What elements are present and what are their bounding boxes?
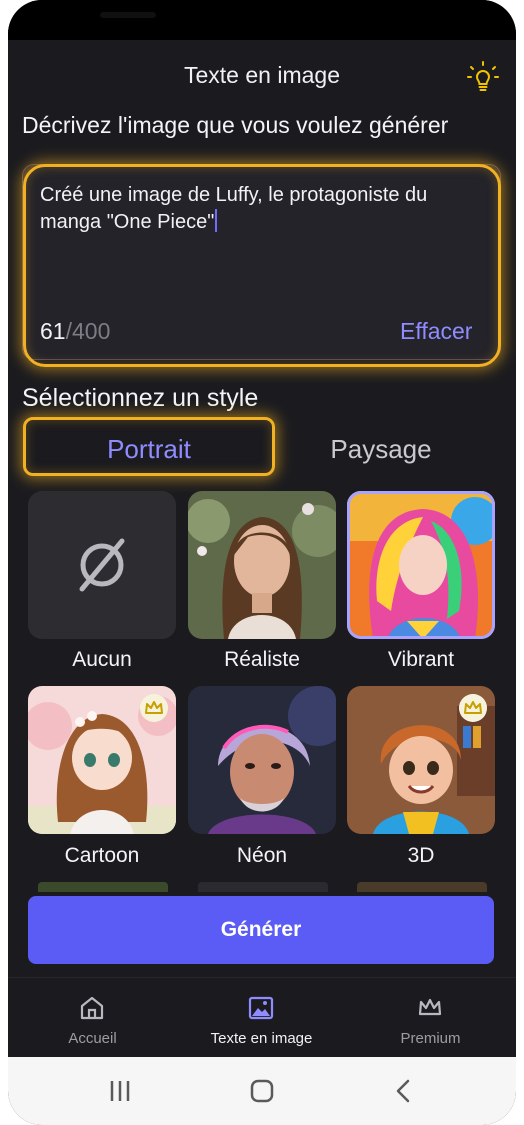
neon-portrait-image [188,686,336,834]
image-icon [248,996,274,1020]
home-button-icon[interactable] [242,1075,282,1107]
prompt-heading: Décrivez l'image que vous voulez générer [22,112,449,138]
style-card-vibrant[interactable] [347,491,495,639]
style-card-none[interactable] [28,491,176,639]
nav-item-text-to-image[interactable]: Texte en image [177,978,346,1058]
tab-portrait[interactable]: Portrait [26,428,272,474]
page-title: Texte en image [184,62,340,88]
nav-item-premium[interactable]: Premium [346,978,515,1058]
next-row-peek [38,882,168,892]
style-label-none: Aucun [72,648,132,671]
clear-button[interactable]: Effacer [400,318,472,345]
style-card-cartoon[interactable] [28,686,176,834]
prompt-text[interactable]: Créé une image de Luffy, le protagoniste… [40,182,490,236]
style-label-neon: Néon [236,844,288,867]
crown-icon [418,998,442,1016]
tab-landscape[interactable]: Paysage [266,428,496,474]
style-label-realistic: Réaliste [224,648,300,671]
character-counter: 61/400 [40,318,110,345]
generate-button[interactable]: Générer [28,896,494,964]
back-icon[interactable] [384,1075,424,1107]
style-label-vibrant: Vibrant [387,648,455,671]
camera-cutout [100,12,156,18]
none-icon [79,538,125,592]
style-label-3d: 3D [407,844,435,867]
character-count: 61 [40,318,66,344]
realistic-portrait-image [188,491,336,639]
text-caret [215,209,218,232]
style-card-3d[interactable] [347,686,495,834]
next-row-peek [357,882,487,892]
bottom-nav: Accueil Texte en image Premium [8,977,516,1057]
lightbulb-icon[interactable] [466,60,500,94]
next-row-peek [198,882,328,892]
phone-frame: Texte en image Décrivez l'image que vous… [8,0,516,1125]
status-bar [8,0,516,40]
nav-label-home: Accueil [68,1030,117,1047]
nav-label-text-to-image: Texte en image [210,1030,313,1047]
style-card-neon[interactable] [188,686,336,834]
premium-crown-icon [459,694,487,722]
system-navigation-bar [8,1057,516,1125]
recent-apps-icon[interactable] [100,1075,140,1107]
style-heading: Sélectionnez un style [22,384,259,412]
style-card-realistic[interactable] [188,491,336,639]
home-icon [80,996,104,1020]
nav-item-home[interactable]: Accueil [8,978,177,1058]
app-screen: Texte en image Décrivez l'image que vous… [8,40,516,1057]
vibrant-portrait-image [347,491,495,639]
prompt-value: Créé une image de Luffy, le protagoniste… [40,184,428,233]
premium-crown-icon [140,694,168,722]
nav-label-premium: Premium [400,1030,461,1047]
character-max: /400 [65,318,111,344]
style-label-cartoon: Cartoon [64,844,140,867]
